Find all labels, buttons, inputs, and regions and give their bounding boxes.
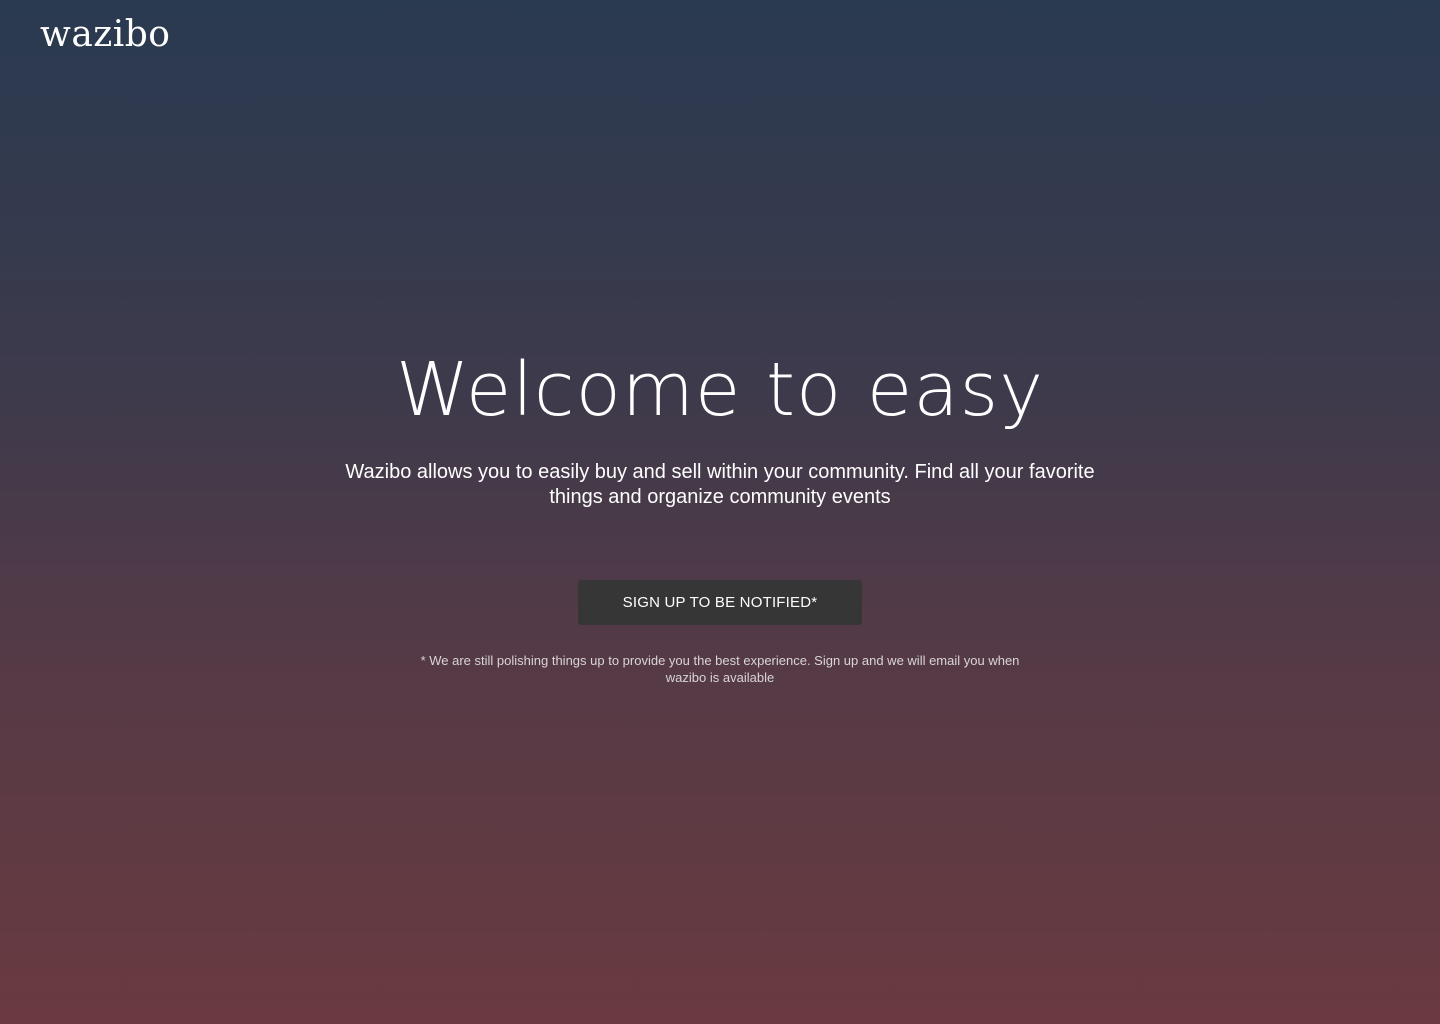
signup-footnote: * We are still polishing things up to pr… [420,653,1020,685]
hero-section: Welcome to easy Wazibo allows you to eas… [0,340,1440,686]
hero-subtitle: Wazibo allows you to easily buy and sell… [345,461,1095,508]
sign-up-button[interactable]: SIGN UP TO BE NOTIFIED* [578,580,862,625]
page-title: Welcome to easy [395,347,1045,433]
wazibo-logo[interactable]: wazibo [40,14,170,55]
